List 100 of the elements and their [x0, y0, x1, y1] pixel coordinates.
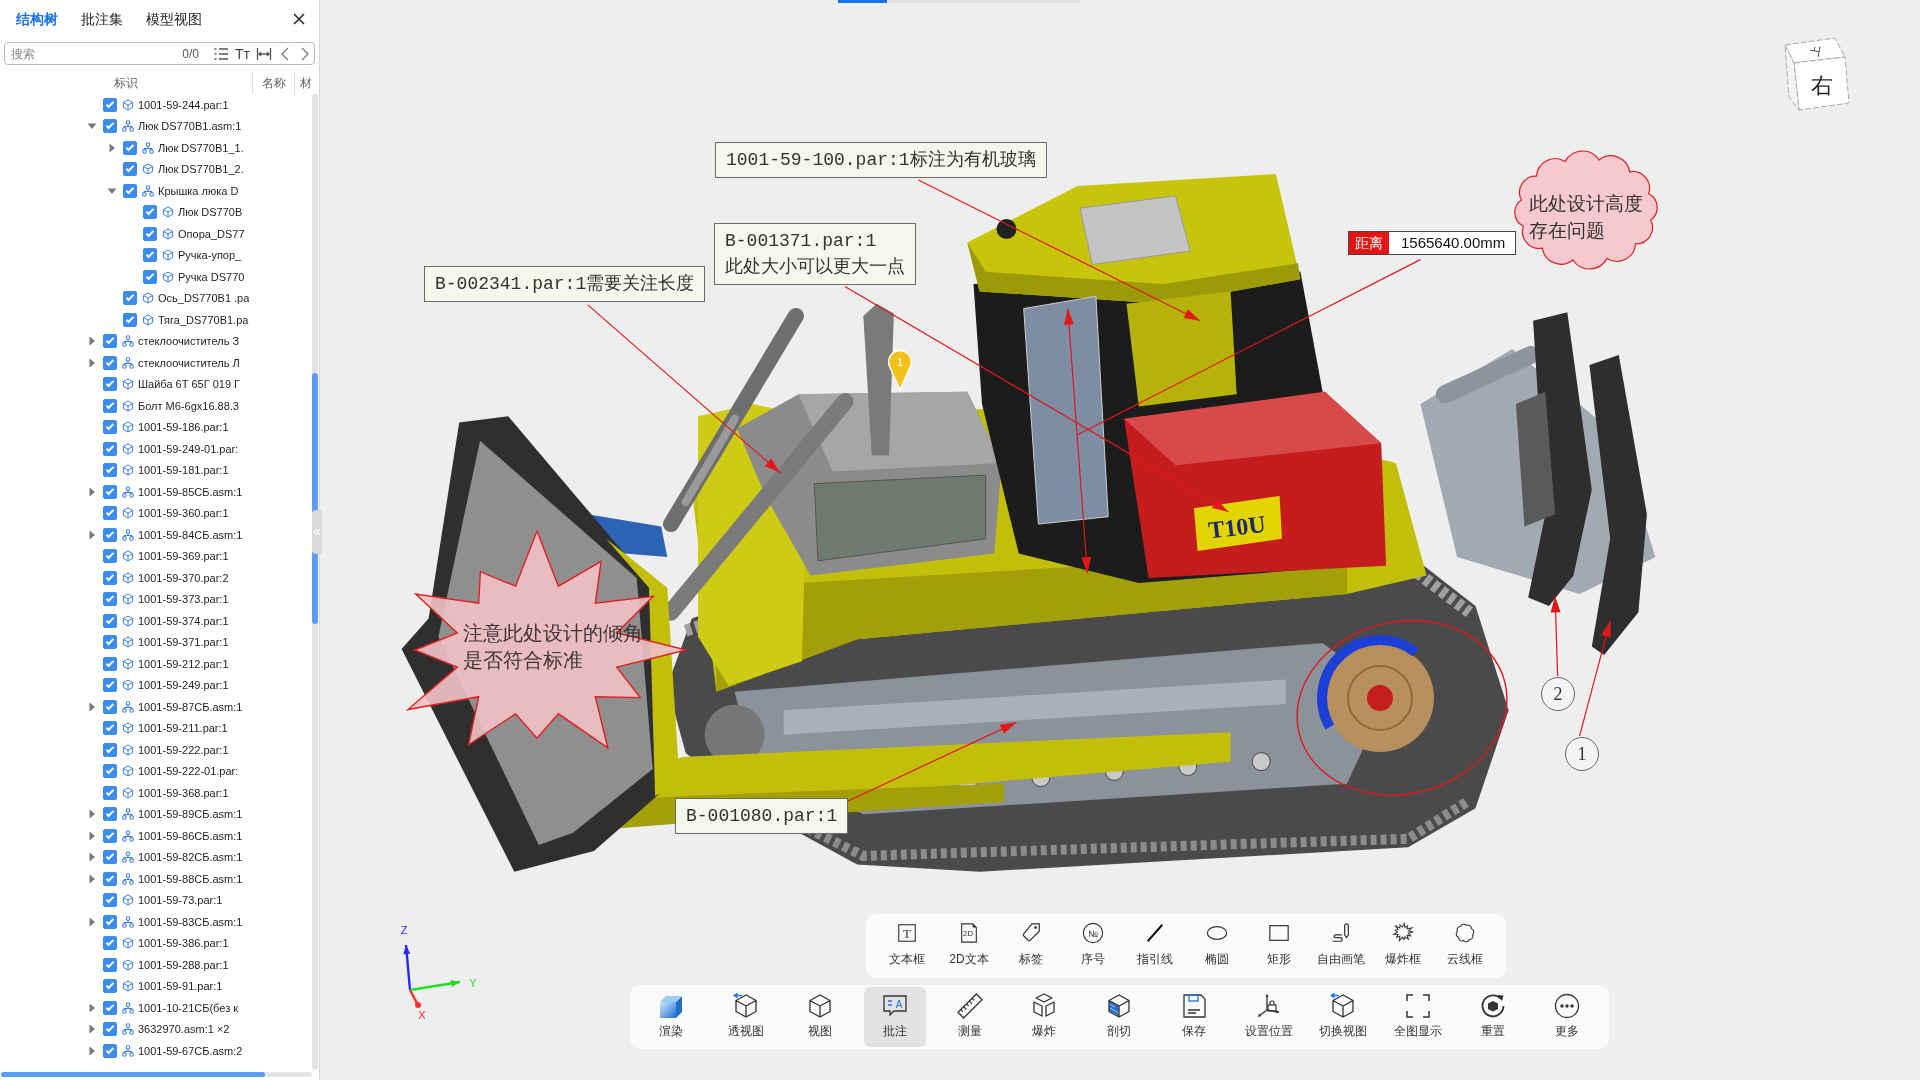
checkbox[interactable] [103, 678, 117, 693]
caret-icon[interactable] [87, 916, 97, 927]
column-header[interactable]: 标识 [0, 74, 252, 92]
caret-icon[interactable] [87, 1002, 97, 1013]
checkbox[interactable] [103, 441, 117, 456]
checkbox[interactable] [103, 1043, 117, 1058]
checkbox[interactable] [103, 914, 117, 929]
panel-tab[interactable]: 批注集 [81, 9, 123, 29]
checkbox[interactable] [123, 291, 137, 306]
tree-item[interactable]: 1001-59-89СБ.asm:1 [138, 806, 243, 823]
checkbox[interactable] [103, 721, 117, 736]
tree-item[interactable]: 1001-59-83СБ.asm:1 [138, 913, 243, 930]
tool-button[interactable]: 剖切 [1088, 987, 1151, 1047]
checkbox[interactable] [103, 893, 117, 908]
tool-button[interactable]: 保存 [1162, 987, 1225, 1047]
caret-icon[interactable] [87, 336, 97, 347]
checkbox[interactable] [103, 527, 117, 542]
caret-icon[interactable] [87, 852, 97, 863]
tree-item[interactable]: Ось_DS770B1 .pa [158, 290, 250, 307]
caret-icon[interactable] [87, 809, 97, 820]
tree-item[interactable]: 1001-59-374.par:1 [138, 612, 229, 629]
caret-icon[interactable] [87, 357, 97, 368]
tree-item[interactable]: 1001-59-85СБ.asm:1 [138, 483, 243, 500]
tool-button[interactable]: 更多 [1536, 987, 1599, 1047]
tool-button[interactable]: 爆炸框 [1372, 914, 1434, 978]
search-field[interactable]: 搜索 0/0 Tт [4, 42, 315, 65]
scrollbar-thumb[interactable] [1, 1072, 265, 1077]
scrollbar[interactable] [312, 94, 318, 1070]
tree-item[interactable]: 1001-59-249.par:1 [138, 677, 229, 694]
checkbox[interactable] [103, 97, 117, 112]
checkbox[interactable] [103, 549, 117, 564]
tool-button[interactable]: 切换视图 [1312, 987, 1375, 1047]
tree-item[interactable]: стеклоочиститель Л [138, 354, 240, 371]
checkbox[interactable] [103, 957, 117, 972]
tree-item[interactable]: 1001-59-212.par:1 [138, 655, 229, 672]
tree-item[interactable]: 1001-59-73.par:1 [138, 892, 223, 909]
column-header[interactable]: 名称 [253, 74, 294, 92]
tree-item[interactable]: Ручка-упор_ [178, 247, 242, 264]
checkbox[interactable] [103, 656, 117, 671]
tool-button[interactable]: № 序号 [1062, 914, 1124, 978]
tree-item[interactable]: 3632970.asm:1 ×2 [138, 1021, 230, 1038]
tree-item[interactable]: 1001-59-249-01.par: [138, 440, 239, 457]
checkbox[interactable] [123, 140, 137, 155]
caret-icon[interactable] [87, 1024, 97, 1035]
tree-item[interactable]: 1001-10-21СБ(без к [138, 999, 239, 1016]
tree-item[interactable]: 1001-59-373.par:1 [138, 591, 229, 608]
tree-item[interactable]: 1001-59-222.par:1 [138, 741, 229, 758]
collapse-handle[interactable] [312, 510, 322, 554]
checkbox[interactable] [103, 979, 117, 994]
checkbox[interactable] [103, 355, 117, 370]
fit-width-icon[interactable] [256, 45, 272, 62]
tree-item[interactable]: 1001-59-368.par:1 [138, 784, 229, 801]
caret-icon[interactable] [87, 830, 97, 841]
tree-item[interactable]: Люк DS770B1.asm:1 [138, 118, 242, 135]
tool-button[interactable]: 标签 [1000, 914, 1062, 978]
tool-button[interactable]: 云线框 [1434, 914, 1496, 978]
tool-button[interactable]: 渲染 [640, 987, 702, 1047]
tree-item[interactable]: 1001-59-288.par:1 [138, 956, 229, 973]
checkbox[interactable] [103, 613, 117, 628]
checkbox[interactable] [143, 205, 157, 220]
caret-icon[interactable] [87, 529, 97, 540]
checkbox[interactable] [103, 420, 117, 435]
panel-tab[interactable]: 模型视图 [146, 9, 202, 29]
checkbox[interactable] [103, 850, 117, 865]
checkbox[interactable] [103, 936, 117, 951]
tree-item[interactable]: 1001-59-244.par:1 [138, 96, 229, 113]
list-icon[interactable] [213, 45, 230, 62]
checkbox[interactable] [103, 828, 117, 843]
tree-item[interactable]: 1001-59-370.par:2 [138, 569, 229, 586]
tree-item[interactable]: Люк DS770B [178, 204, 243, 221]
checkbox[interactable] [103, 592, 117, 607]
checkbox[interactable] [103, 334, 117, 349]
checkbox[interactable] [143, 269, 157, 284]
tool-button[interactable]: T 文本框 [876, 914, 938, 978]
checkbox[interactable] [103, 785, 117, 800]
tool-button[interactable]: 矩形 [1248, 914, 1310, 978]
checkbox[interactable] [123, 162, 137, 177]
checkbox[interactable] [103, 506, 117, 521]
scrollbar[interactable] [1, 1072, 312, 1077]
checkbox[interactable] [103, 764, 117, 779]
tree-item[interactable]: 1001-59-211.par:1 [138, 720, 228, 737]
caret-icon[interactable] [87, 873, 97, 884]
tool-button[interactable]: 椭圆 [1186, 914, 1248, 978]
tool-button[interactable]: 重置 [1461, 987, 1524, 1047]
tree-item[interactable]: 1001-59-369.par:1 [138, 548, 229, 565]
tool-button[interactable]: 爆炸 [1013, 987, 1076, 1047]
tree-item[interactable]: 1001-59-360.par:1 [138, 505, 229, 522]
tool-button[interactable]: 透视图 [714, 987, 777, 1047]
tree-item[interactable]: 1001-59-186.par:1 [138, 419, 229, 436]
tree-item[interactable]: 1001-59-91.par:1 [138, 978, 223, 995]
tree-item[interactable]: Крышка люка D [158, 182, 239, 199]
checkbox[interactable] [123, 183, 137, 198]
tree-item[interactable]: 1001-59-87СБ.asm:1 [138, 698, 243, 715]
tree-item[interactable]: Болт М6-6gx16.88.3 [138, 397, 239, 414]
tool-button[interactable]: 测量 [938, 987, 1001, 1047]
tree-item[interactable]: Тяга_DS770B1.pa [158, 311, 249, 328]
checkbox[interactable] [103, 871, 117, 886]
caret-icon[interactable] [87, 486, 97, 497]
checkbox[interactable] [103, 1022, 117, 1037]
checkbox[interactable] [143, 226, 157, 241]
